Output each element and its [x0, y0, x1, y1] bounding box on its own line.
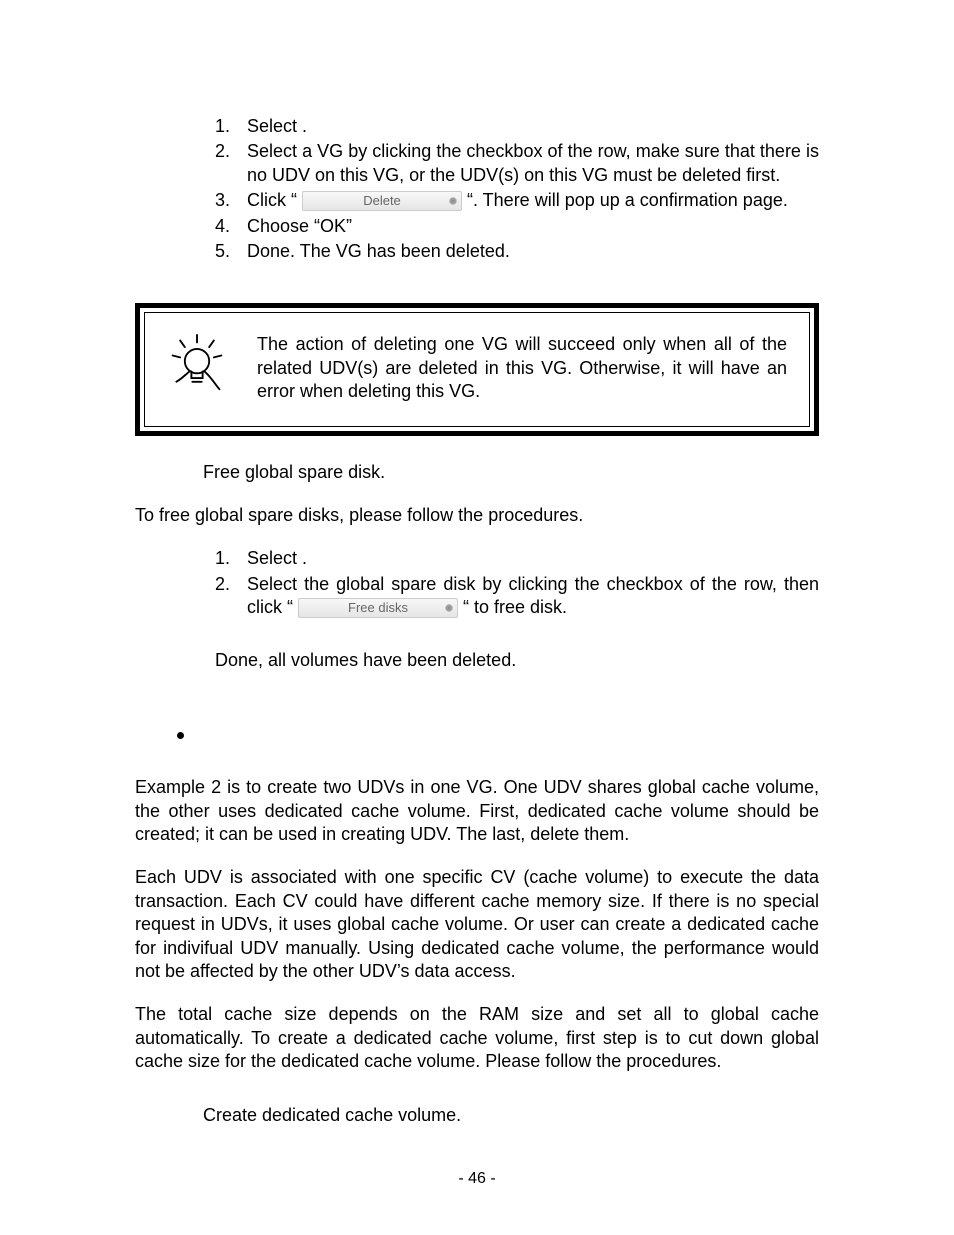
note-inner: The action of deleting one VG will succe…: [144, 312, 810, 426]
delete-button[interactable]: Delete: [302, 191, 462, 211]
bullet-icon: [177, 732, 184, 739]
list-number: 4.: [215, 215, 247, 238]
text-pre: Click “: [247, 190, 302, 210]
free-disks-button[interactable]: Free disks: [298, 598, 458, 618]
list-text: Select the global spare disk by clicking…: [247, 573, 819, 620]
list-number: 1.: [215, 547, 247, 570]
ordered-list-delete-vg: 1. Select . 2. Select a VG by clicking t…: [135, 115, 819, 263]
list-text: Select a VG by clicking the checkbox of …: [247, 140, 819, 187]
list-text: Choose “OK”: [247, 215, 819, 238]
note-box: The action of deleting one VG will succe…: [135, 303, 819, 435]
list-number: 1.: [215, 115, 247, 138]
step-header: Create dedicated cache volume.: [135, 1104, 819, 1127]
lightbulb-icon: [167, 333, 237, 403]
list-item: 1. Select .: [215, 547, 819, 570]
paragraph: Each UDV is associated with one specific…: [135, 866, 819, 983]
bullet-item: [135, 723, 819, 746]
paragraph: Example 2 is to create two UDVs in one V…: [135, 776, 819, 846]
list-number: 5.: [215, 240, 247, 263]
note-text: The action of deleting one VG will succe…: [237, 333, 787, 403]
list-text: Click “ Delete “. There will pop up a co…: [247, 189, 819, 212]
page-number: - 46 -: [0, 1169, 954, 1190]
list-item: 4. Choose “OK”: [215, 215, 819, 238]
list-number: 2.: [215, 140, 247, 187]
button-label: Delete: [363, 193, 401, 208]
list-item: 5. Done. The VG has been deleted.: [215, 240, 819, 263]
page: 1. Select . 2. Select a VG by clicking t…: [0, 0, 954, 1235]
step-header: Free global spare disk.: [135, 461, 819, 484]
list-item: 3. Click “ Delete “. There will pop up a…: [215, 189, 819, 212]
ordered-list-free-disk: 1. Select . 2. Select the global spare d…: [135, 547, 819, 619]
list-text: Select .: [247, 115, 819, 138]
text-post: “ to free disk.: [458, 597, 567, 617]
button-label: Free disks: [348, 600, 408, 615]
paragraph: The total cache size depends on the RAM …: [135, 1003, 819, 1073]
chevron-down-icon: [445, 604, 453, 612]
paragraph: To free global spare disks, please follo…: [135, 504, 819, 527]
list-number: 2.: [215, 573, 247, 620]
list-item: 2. Select a VG by clicking the checkbox …: [215, 140, 819, 187]
text-post: “. There will pop up a confirmation page…: [462, 190, 788, 210]
list-number: 3.: [215, 189, 247, 212]
list-text: Select .: [247, 547, 819, 570]
list-item: 2. Select the global spare disk by click…: [215, 573, 819, 620]
chevron-down-icon: [449, 197, 457, 205]
done-text: Done, all volumes have been deleted.: [135, 649, 819, 672]
list-text: Done. The VG has been deleted.: [247, 240, 819, 263]
list-item: 1. Select .: [215, 115, 819, 138]
